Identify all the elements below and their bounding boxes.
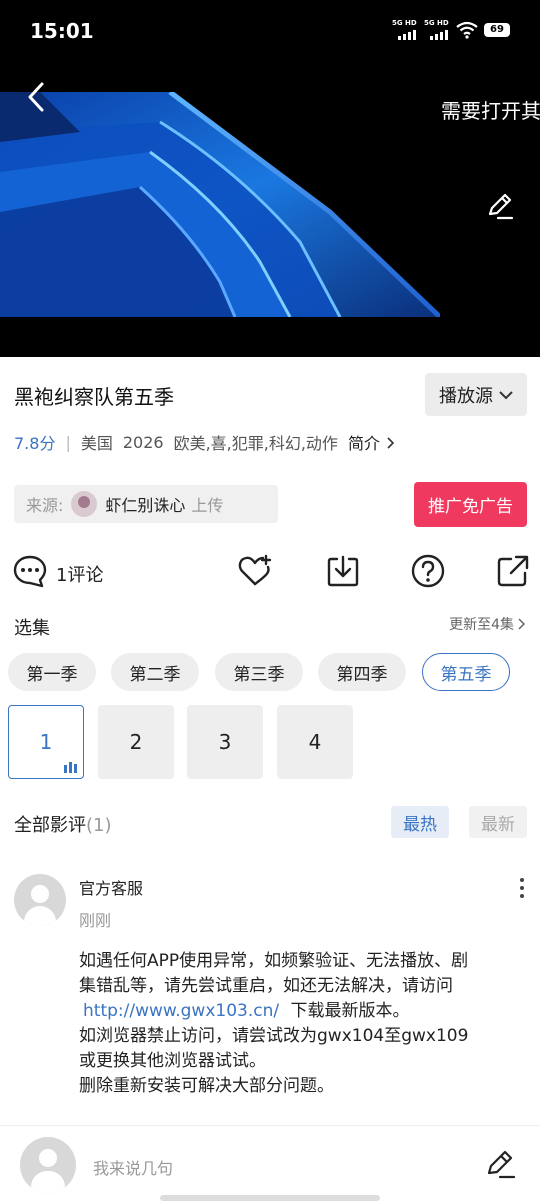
back-icon[interactable] (20, 80, 54, 114)
sim1-label: 5G HD (392, 19, 417, 27)
reviews-header: 全部影评(1) (14, 811, 112, 837)
comment-line: http://www.gwx103.cn/ 下载最新版本。 (79, 999, 527, 1024)
sort-new-button[interactable]: 最新 (469, 806, 527, 838)
score: 7.8分 (14, 434, 56, 453)
episode-label: 2 (129, 730, 143, 754)
episode-label: 4 (308, 730, 322, 754)
marquee-notice: 需要打开其 (441, 99, 540, 123)
season-chip[interactable]: 第三季 (215, 653, 303, 691)
episodes-header: 选集 (14, 618, 50, 639)
season-chip[interactable]: 第一季 (8, 653, 96, 691)
play-source-button[interactable]: 播放源 (425, 373, 527, 416)
genres: 欧美,喜,犯罪,科幻,动作 (173, 434, 338, 453)
sim2-label: 5G HD (424, 19, 449, 27)
video-player[interactable]: 需要打开其 (0, 62, 540, 357)
play-source-label: 播放源 (439, 385, 493, 407)
user-avatar[interactable] (20, 1137, 76, 1193)
reviews-count: (1) (86, 815, 112, 836)
episode-2[interactable]: 2 (98, 705, 174, 779)
episode-label: 1 (39, 730, 53, 754)
episode-1[interactable]: 1 (8, 705, 84, 779)
wifi-icon (456, 21, 478, 39)
download-link[interactable]: http://www.gwx103.cn/ (83, 1001, 279, 1021)
season-chip-active[interactable]: 第五季 (422, 653, 510, 691)
chevron-down-icon (499, 390, 513, 399)
region: 美国 (80, 434, 113, 453)
comment-line: 删除重新安装可解决大部分问题。 (79, 1076, 334, 1096)
episode-label: 3 (218, 730, 232, 754)
comment-text: 下载最新版本。 (290, 1001, 410, 1021)
update-info-label: 更新至4集 (449, 617, 514, 633)
season-chip[interactable]: 第二季 (111, 653, 199, 691)
reviews-title: 全部影评 (14, 815, 86, 836)
uploader-name[interactable]: 虾仁别诛心 (105, 492, 185, 516)
edit-icon[interactable] (484, 190, 516, 222)
write-comment-icon[interactable] (484, 1147, 518, 1181)
uploader-avatar (71, 491, 98, 517)
share-icon[interactable] (495, 553, 531, 589)
home-indicator (160, 1195, 380, 1201)
battery-icon: 69 (484, 23, 510, 37)
comment-bar (0, 1125, 540, 1204)
comment-input[interactable]: 我来说几句 (93, 1155, 173, 1179)
status-icons: 5G HD 5G HD 69 (392, 19, 510, 40)
cover-image (0, 92, 440, 317)
season-chip[interactable]: 第四季 (318, 653, 406, 691)
comment-author[interactable]: 官方客服 (79, 875, 143, 899)
ad-free-button[interactable]: 推广免广告 (414, 482, 527, 527)
intro-link[interactable]: 简介 (348, 430, 395, 454)
comment-line: 或更换其他浏览器试试。 (79, 1051, 266, 1071)
avatar[interactable] (14, 874, 66, 926)
comment-count[interactable]: 1评论 (56, 561, 103, 587)
favorite-add-icon[interactable] (237, 553, 273, 589)
source-info: 来源: 虾仁别诛心 上传 (14, 485, 278, 523)
comment-time: 刚刚 (79, 911, 112, 930)
intro-label: 简介 (347, 434, 380, 453)
status-bar: 15:01 5G HD 5G HD 69 (0, 0, 540, 62)
comment-body: 如遇任何APP使用异常，如频繁验证、无法播放、剧 集错乱等，请先尝试重启，如还无… (79, 949, 527, 1099)
episode-3[interactable]: 3 (187, 705, 263, 779)
show-meta: 7.8分 | 美国 2026 欧美,喜,犯罪,科幻,动作 简介 (14, 430, 395, 454)
comment-line: 如浏览器禁止访问，请尝试改为gwx104至gwx109 (79, 1026, 469, 1046)
status-time: 15:01 (30, 19, 94, 43)
comment-line: 集错乱等，请先尝试重启，如还无法解决，请访问 (79, 976, 453, 996)
show-title: 黑袍纠察队第五季 (14, 385, 174, 409)
signal-icon: 5G HD (424, 19, 450, 40)
comment-line: 如遇任何APP使用异常，如频繁验证、无法播放、剧 (79, 951, 469, 971)
chevron-right-icon (387, 437, 395, 449)
comment-icon[interactable] (12, 553, 48, 589)
update-info[interactable]: 更新至4集 (449, 614, 526, 634)
more-options-icon[interactable] (512, 876, 532, 900)
signal-icon: 5G HD (392, 19, 418, 40)
divider: | (65, 432, 71, 452)
chevron-right-icon (518, 618, 526, 630)
playing-indicator-icon (64, 762, 77, 773)
year: 2026 (122, 432, 164, 452)
source-label: 来源: (26, 496, 64, 515)
episode-4[interactable]: 4 (277, 705, 353, 779)
sort-hot-button[interactable]: 最热 (391, 806, 449, 838)
help-icon[interactable] (410, 553, 446, 589)
download-icon[interactable] (325, 553, 361, 589)
upload-label: 上传 (191, 496, 224, 515)
